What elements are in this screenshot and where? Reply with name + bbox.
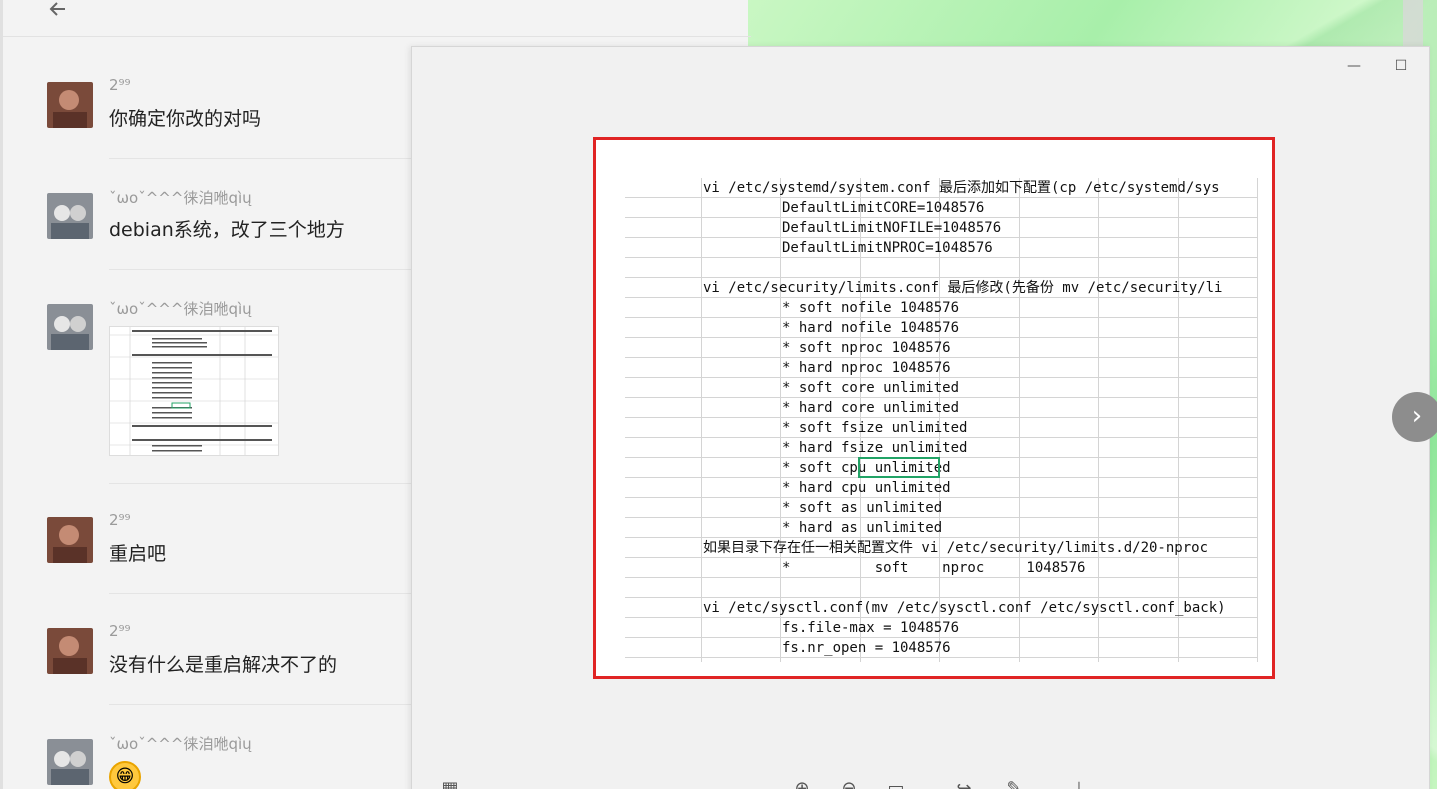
sheet-cell-text: * hard nofile 1048576 [782, 320, 960, 336]
zoom-in-icon[interactable]: ⊕ [790, 777, 814, 789]
avatar[interactable] [47, 517, 93, 563]
edit-icon[interactable]: ✎ [1002, 777, 1026, 789]
sender-name: 2⁹⁹ [109, 622, 131, 640]
sheet-cell-text: vi /etc/systemd/system.conf 最后添加如下配置(cp … [703, 180, 1220, 196]
sheet-row [625, 258, 1258, 278]
sheet-cell-text: vi /etc/sysctl.conf(mv /etc/sysctl.conf … [703, 600, 1226, 616]
sheet-cell-text: * hard cpu unlimited [782, 480, 951, 496]
sheet-cell-text: * hard fsize unlimited [782, 440, 968, 456]
message-text: 重启吧 [109, 543, 167, 565]
image-viewer-window: — ☐ vi /etc/systemd/system.conf 最后添加如下配置… [411, 46, 1437, 789]
header-divider [3, 36, 751, 37]
avatar[interactable] [47, 82, 93, 128]
sheet-cell-text: * soft nofile 1048576 [782, 300, 960, 316]
message-divider [109, 269, 419, 270]
sender-name: 2⁹⁹ [109, 76, 131, 94]
minimize-button[interactable]: — [1343, 55, 1365, 77]
next-image-button[interactable]: › [1392, 392, 1437, 442]
sheet-cell-text: * soft nproc 1048576 [782, 340, 951, 356]
sender-name: ˇωoˇ^^^徕洎咃qìų [109, 189, 252, 207]
download-icon[interactable]: ⤓ [1067, 777, 1091, 789]
share-icon[interactable]: ↪ [952, 777, 976, 789]
sheet-cell-text: * hard as unlimited [782, 520, 943, 536]
sender-name: ˇωoˇ^^^徕洎咃qìų [109, 735, 252, 753]
grinning-emoji-icon: 😁 [109, 761, 141, 789]
spreadsheet-screenshot: vi /etc/systemd/system.conf 最后添加如下配置(cp … [625, 178, 1258, 662]
sheet-cell-text: * hard core unlimited [782, 400, 960, 416]
red-highlight-frame: vi /etc/systemd/system.conf 最后添加如下配置(cp … [593, 137, 1275, 679]
message-text: debian系统，改了三个地方 [109, 219, 345, 241]
cell-selection-box [858, 457, 940, 478]
avatar[interactable] [47, 628, 93, 674]
grid-view-icon[interactable]: ▦ [438, 777, 462, 789]
sheet-cell-text: DefaultLimitNOFILE=1048576 [782, 220, 1002, 236]
sheet-cell-text: * hard nproc 1048576 [782, 360, 951, 376]
sender-name: ˇωoˇ^^^徕洎咃qìų [109, 300, 252, 318]
actual-size-icon[interactable]: ▭ [884, 777, 908, 789]
maximize-button[interactable]: ☐ [1390, 55, 1412, 77]
message-divider [109, 158, 419, 159]
sheet-cell-text: DefaultLimitCORE=1048576 [782, 200, 985, 216]
sheet-cell-text: * soft core unlimited [782, 380, 960, 396]
avatar[interactable] [47, 193, 93, 239]
sheet-cell-text: fs.file-max = 1048576 [782, 620, 960, 636]
sheet-cell-text: fs.nr_open = 1048576 [782, 640, 951, 656]
image-thumbnail[interactable] [109, 326, 279, 456]
avatar[interactable] [47, 304, 93, 350]
message-divider [109, 704, 419, 705]
back-arrow-icon[interactable] [45, 0, 75, 24]
sheet-cell-text: * soft as unlimited [782, 500, 943, 516]
message-text: 没有什么是重启解决不了的 [109, 654, 338, 676]
wallpaper-window-edge [1403, 0, 1423, 46]
zoom-out-icon[interactable]: ⊖ [837, 777, 861, 789]
sheet-cell-text: 如果目录下存在任一相关配置文件 vi /etc/security/limits.… [703, 540, 1209, 556]
sender-name: 2⁹⁹ [109, 511, 131, 529]
sheet-cell-text: * soft nproc 1048576 [782, 560, 1086, 576]
message-divider [109, 483, 419, 484]
message-divider [109, 593, 419, 594]
message-text: 你确定你改的对吗 [109, 108, 262, 130]
sheet-cell-text: vi /etc/security/limits.conf 最后修改(先备份 mv… [703, 280, 1223, 296]
avatar[interactable] [47, 739, 93, 785]
sheet-row [625, 578, 1258, 598]
sheet-cell-text: DefaultLimitNPROC=1048576 [782, 240, 993, 256]
sheet-cell-text: * soft fsize unlimited [782, 420, 968, 436]
